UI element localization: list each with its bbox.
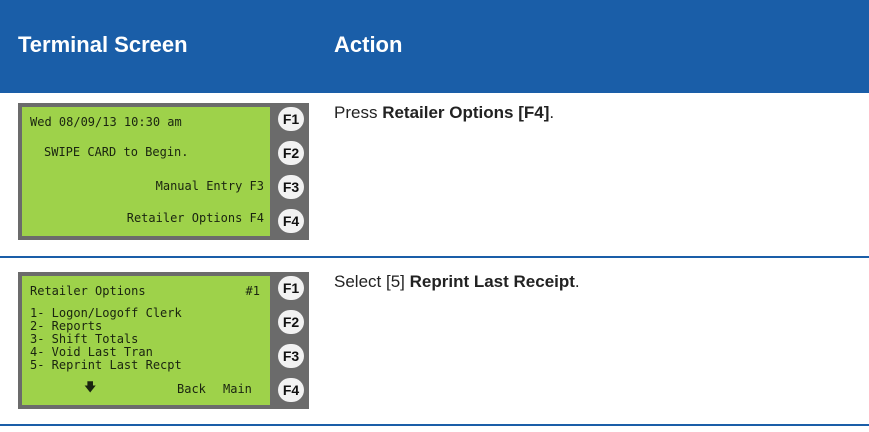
row-divider	[0, 424, 869, 426]
table-header: Terminal Screen Action	[0, 0, 869, 93]
down-arrow-icon: 🡇	[84, 380, 97, 394]
lcd-menu-item: 3- Shift Totals	[30, 332, 139, 346]
function-keys: F1 F2 F3 F4	[274, 272, 309, 409]
action-text-1: Press Retailer Options [F4].	[334, 103, 554, 123]
lcd-back: Back	[177, 382, 206, 396]
f4-key[interactable]: F4	[278, 209, 304, 233]
lcd-display: Retailer Options #1 1- Logon/Logoff Cler…	[22, 276, 270, 405]
action-prefix: Select [5]	[334, 272, 410, 291]
action-suffix: .	[574, 272, 580, 291]
lcd-title: Retailer Options	[30, 284, 146, 298]
lcd-menu-item: 1- Logon/Logoff Clerk	[30, 306, 182, 320]
f2-key[interactable]: F2	[278, 141, 304, 165]
lcd-menu-item: 4- Void Last Tran	[30, 345, 153, 359]
action-emphasis: Reprint Last Receipt	[409, 272, 575, 291]
lcd-menu-item: 5- Reprint Last Recpt	[30, 358, 182, 372]
action-emphasis: Retailer Options [F4]	[382, 103, 550, 122]
lcd-retailer-options: Retailer Options F4	[126, 211, 264, 225]
lcd-main: Main	[223, 382, 252, 396]
function-keys: F1 F2 F3 F4	[274, 103, 309, 240]
lcd-datetime: Wed 08/09/13 10:30 am	[30, 115, 182, 129]
row-divider	[0, 256, 869, 258]
f1-key[interactable]: F1	[278, 107, 304, 131]
f1-key[interactable]: F1	[278, 276, 304, 300]
lcd-manual-entry: Manual Entry F3	[155, 179, 264, 193]
f3-key[interactable]: F3	[278, 344, 304, 368]
lcd-page-number: #1	[245, 284, 260, 298]
lcd-prompt: SWIPE CARD to Begin.	[44, 145, 189, 159]
column-header-action: Action	[334, 32, 403, 57]
lcd-menu-item: 2- Reports	[30, 319, 103, 333]
column-header-terminal-screen: Terminal Screen	[18, 32, 188, 57]
terminal-screen-1: Wed 08/09/13 10:30 am SWIPE CARD to Begi…	[18, 103, 309, 240]
action-text-2: Select [5] Reprint Last Receipt.	[334, 272, 580, 292]
f3-key[interactable]: F3	[278, 175, 304, 199]
action-prefix: Press	[334, 103, 383, 122]
f2-key[interactable]: F2	[278, 310, 304, 334]
action-suffix: .	[549, 103, 555, 122]
terminal-screen-2: Retailer Options #1 1- Logon/Logoff Cler…	[18, 272, 309, 409]
lcd-display: Wed 08/09/13 10:30 am SWIPE CARD to Begi…	[22, 107, 270, 236]
f4-key[interactable]: F4	[278, 378, 304, 402]
